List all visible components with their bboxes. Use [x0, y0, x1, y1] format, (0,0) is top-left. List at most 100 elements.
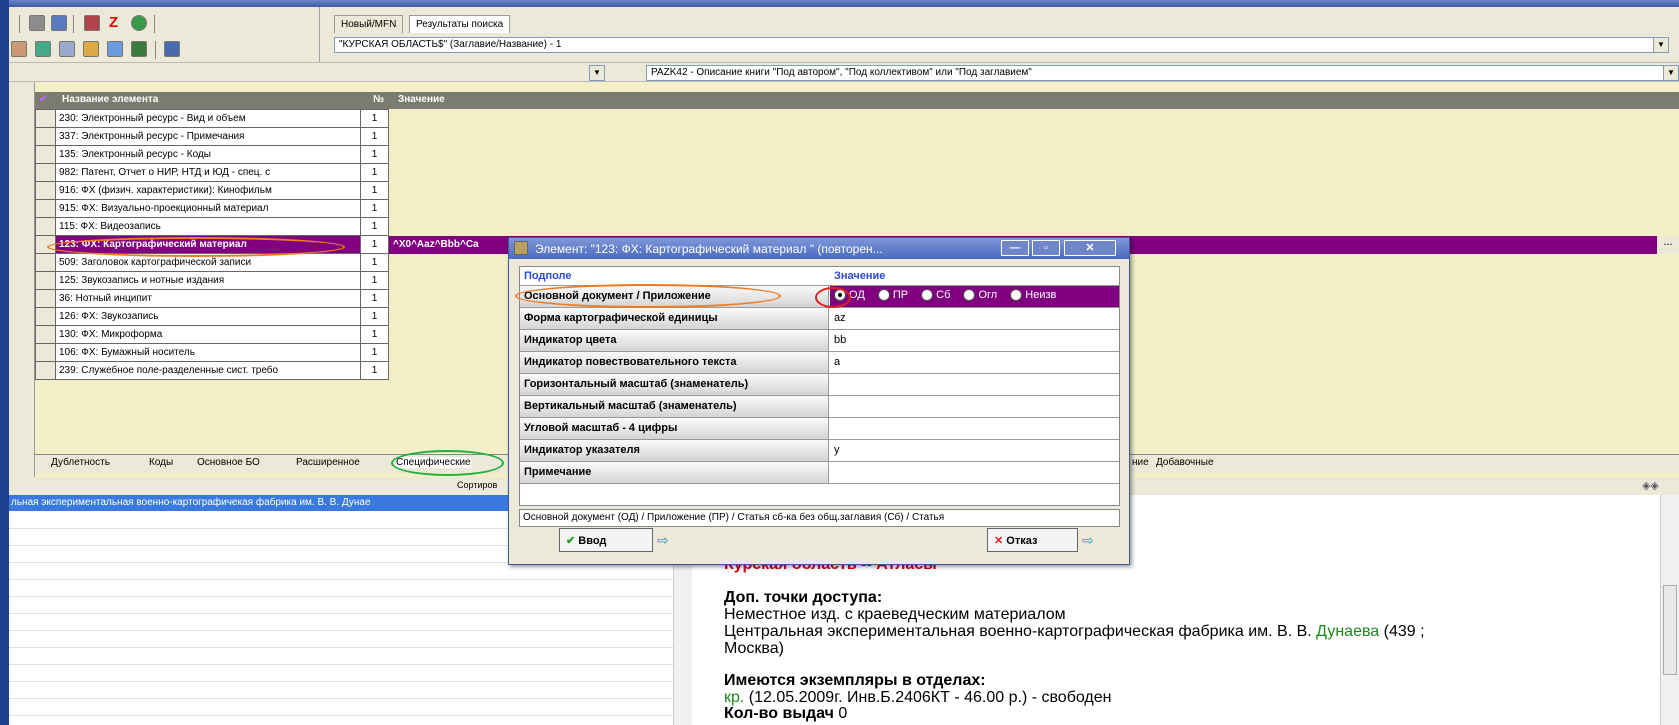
table-row[interactable]: 337: Электронный ресурс - Примечания 1 [35, 127, 389, 146]
subfield-row[interactable]: Горизонтальный масштаб (знаменатель) [520, 374, 1119, 396]
table-row[interactable]: 126: ФХ: Звукозапись 1 [35, 307, 389, 326]
books-icon[interactable] [84, 15, 100, 31]
ok-button[interactable]: ✔ Ввод [559, 528, 653, 552]
folder-icon[interactable] [83, 41, 99, 57]
table-row[interactable]: 36: Нотный инципит 1 [35, 289, 389, 308]
edit-value-button[interactable]: ... [1657, 236, 1679, 254]
subfield-value[interactable] [830, 396, 1119, 417]
radio-pr[interactable] [877, 289, 890, 302]
element-name-cell[interactable]: 337: Электронный ресурс - Примечания [55, 127, 361, 146]
element-name-cell[interactable]: 106: ФХ: Бумажный носитель [55, 343, 361, 362]
maximize-icon[interactable]: ▫ [1032, 240, 1060, 256]
element-name-cell[interactable]: 126: ФХ: Звукозапись [55, 307, 361, 326]
row-check-cell[interactable] [35, 271, 56, 290]
chevron-down-icon[interactable]: ▼ [1653, 38, 1668, 52]
z-icon[interactable]: Z [109, 15, 125, 31]
row-check-cell[interactable] [35, 217, 56, 236]
search-results-select[interactable]: "КУРСКАЯ ОБЛАСТЬ$" (Заглавие/Название) -… [334, 37, 1669, 53]
element-name-cell[interactable]: 982: Патент, Отчет о НИР, НТД и ЮД - спе… [55, 163, 361, 182]
chart-icon[interactable] [107, 41, 123, 57]
radio-sb[interactable] [921, 289, 934, 302]
table-row[interactable]: 115: ФХ: Видеозапись 1 [35, 217, 389, 236]
subfield-row[interactable]: Примечание [520, 462, 1119, 484]
subfield-row[interactable]: Индикатор указателя y [520, 440, 1119, 462]
row-check-cell[interactable] [35, 181, 56, 200]
element-name-cell[interactable]: 915: ФХ: Визуально-проекционный материал [55, 199, 361, 218]
tab-main-bo[interactable]: Основное БО [197, 457, 260, 468]
close-icon[interactable]: ✕ [1064, 240, 1116, 256]
subfield-value[interactable] [830, 374, 1119, 395]
table-row[interactable]: 915: ФХ: Визуально-проекционный материал… [35, 199, 389, 218]
row-check-cell[interactable] [35, 307, 56, 326]
subfield-value[interactable]: a [830, 352, 1119, 373]
dialog-title-bar[interactable]: Элемент: "123: ФХ: Картографический мате… [509, 238, 1129, 259]
help-icon[interactable] [164, 41, 180, 57]
row-check-cell[interactable] [35, 145, 56, 164]
chevron-down-icon[interactable]: ▼ [1663, 66, 1678, 80]
save-icon[interactable] [51, 15, 67, 31]
sheet-icon[interactable] [131, 41, 147, 57]
element-name-cell[interactable]: 115: ФХ: Видеозапись [55, 217, 361, 236]
subfield-row[interactable]: Вертикальный масштаб (знаменатель) [520, 396, 1119, 418]
subfield-row[interactable]: Форма картографической единицы az [520, 308, 1119, 330]
row-check-cell[interactable] [35, 109, 56, 128]
import-icon[interactable] [35, 41, 51, 57]
copy-icon[interactable] [59, 41, 75, 57]
row-check-cell[interactable] [35, 127, 56, 146]
subfield-value[interactable] [830, 462, 1119, 483]
worksheet-dropdown-button[interactable]: ▼ [589, 65, 605, 81]
tab-partial[interactable]: ние [1132, 457, 1149, 468]
table-row[interactable]: 916: ФХ (физич. характеристики): Кинофил… [35, 181, 389, 200]
subfield-value[interactable]: az [830, 308, 1119, 329]
tab-new-mfn[interactable]: Новый/MFN [334, 15, 404, 33]
row-check-cell[interactable] [35, 163, 56, 182]
print-icon[interactable] [29, 15, 45, 31]
minimize-icon[interactable]: — [1001, 240, 1029, 256]
element-name-cell[interactable]: 916: ФХ (физич. характеристики): Кинофил… [55, 181, 361, 200]
scroll-thumb[interactable] [1663, 585, 1677, 675]
subfield-row[interactable]: Угловой масштаб - 4 цифры [520, 418, 1119, 440]
doc-author-link[interactable]: Дунаева [1316, 623, 1379, 640]
arrow-right-icon[interactable]: ⇨ [1082, 532, 1094, 549]
element-name-cell[interactable]: 239: Служебное поле-разделенные сист. тр… [55, 361, 361, 380]
checkmark-icon[interactable]: ✔ [39, 94, 47, 105]
element-name-cell[interactable]: 125: Звукозапись и нотные издания [55, 271, 361, 290]
tab-search-results[interactable]: Результаты поиска [409, 15, 511, 33]
table-row[interactable]: 982: Патент, Отчет о НИР, НТД и ЮД - спе… [35, 163, 389, 182]
subfield-value[interactable]: y [830, 440, 1119, 461]
row-check-cell[interactable] [35, 361, 56, 380]
element-name-cell[interactable]: 230: Электронный ресурс - Вид и объем [55, 109, 361, 128]
tab-extended[interactable]: Расширенное [296, 457, 360, 468]
subfield-value[interactable]: bb [830, 330, 1119, 351]
subfield-row[interactable]: Индикатор цвета bb [520, 330, 1119, 352]
row-check-cell[interactable] [35, 343, 56, 362]
cancel-button[interactable]: ✕ Отказ [987, 528, 1078, 552]
radio-unknown[interactable] [1010, 289, 1023, 302]
doc-dept-link[interactable]: кр. [724, 689, 744, 706]
table-row[interactable]: 125: Звукозапись и нотные издания 1 [35, 271, 389, 290]
subfield-row[interactable]: Индикатор повествовательного текста a [520, 352, 1119, 374]
tab-codes[interactable]: Коды [149, 457, 173, 468]
tab-dublicates[interactable]: Дублетность [51, 457, 110, 468]
table-row[interactable]: 106: ФХ: Бумажный носитель 1 [35, 343, 389, 362]
element-name-cell[interactable]: 130: ФХ: Микроформа [55, 325, 361, 344]
element-name-cell[interactable]: 135: Электронный ресурс - Коды [55, 145, 361, 164]
row-check-cell[interactable] [35, 199, 56, 218]
table-row[interactable]: 239: Служебное поле-разделенные сист. тр… [35, 361, 389, 380]
worksheet-select[interactable]: PAZK42 - Описание книги "Под автором", "… [646, 65, 1679, 81]
element-name-cell[interactable]: 36: Нотный инципит [55, 289, 361, 308]
row-check-cell[interactable] [35, 253, 56, 272]
table-row[interactable]: 230: Электронный ресурс - Вид и объем 1 [35, 109, 389, 128]
doc-type-radio-group[interactable]: ОД ПР Сб Огл Неизв [830, 286, 1119, 307]
table-row[interactable]: 130: ФХ: Микроформа 1 [35, 325, 389, 344]
arrow-right-icon[interactable]: ⇨ [657, 532, 669, 549]
sort-label[interactable]: Сортиров [457, 480, 497, 490]
table-row[interactable]: 135: Электронный ресурс - Коды 1 [35, 145, 389, 164]
row-check-cell[interactable] [35, 289, 56, 308]
radio-ogl[interactable] [963, 289, 976, 302]
glasses-icon[interactable]: ◈◈ [1642, 479, 1659, 492]
record-display-scrollbar[interactable] [1660, 495, 1679, 725]
export-icon[interactable] [11, 41, 27, 57]
subfield-value[interactable] [830, 418, 1119, 439]
row-check-cell[interactable] [35, 325, 56, 344]
